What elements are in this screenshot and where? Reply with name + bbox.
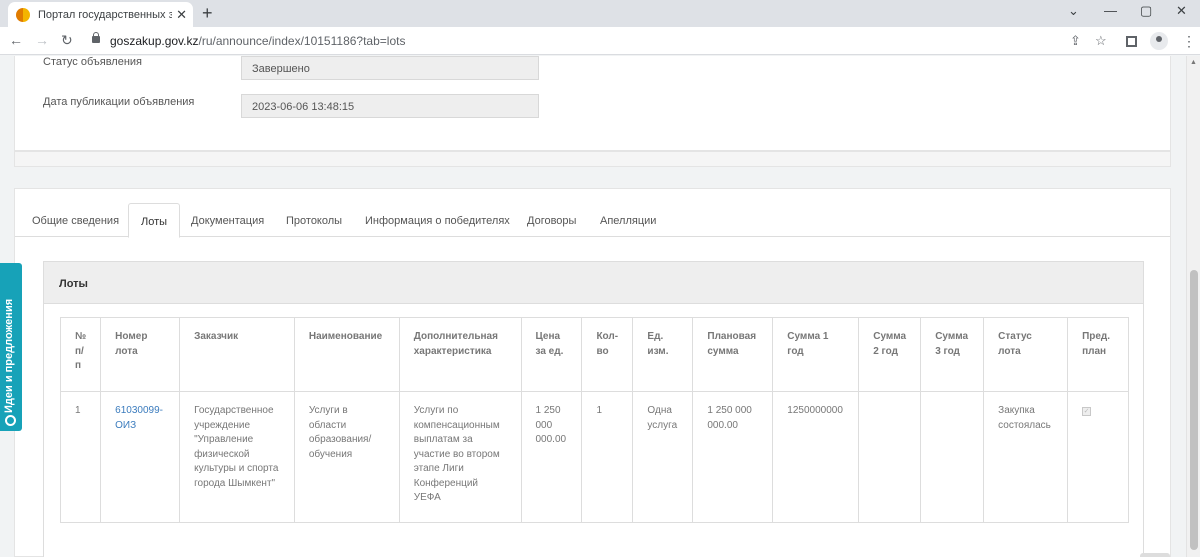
column-header[interactable]: № п/п bbox=[59, 317, 102, 392]
bottom-scroll-corner bbox=[1140, 553, 1170, 557]
tab-protocols[interactable]: Протоколы bbox=[286, 215, 342, 227]
column-header[interactable]: Плановая сумма bbox=[692, 317, 774, 392]
tab-close-icon[interactable]: ✕ bbox=[176, 7, 187, 23]
sum-year1-cell: 1250000000 bbox=[772, 391, 860, 523]
lot-number-link[interactable]: 61030099-ОИЗ bbox=[100, 391, 181, 523]
tab-winners-info[interactable]: Информация о победителях bbox=[365, 215, 510, 227]
announcement-details-panel: Общие сведения Лоты Документация Протоко… bbox=[14, 188, 1171, 557]
publication-date-field: 2023-06-06 13:48:15 bbox=[241, 94, 539, 118]
table-row: 1 61030099-ОИЗ Государственное учреждени… bbox=[59, 391, 1129, 523]
tab-contracts[interactable]: Договоры bbox=[527, 215, 576, 227]
address-bar[interactable]: goszakup.gov.kz/ru/announce/index/101511… bbox=[110, 34, 405, 48]
scroll-up-arrow-icon[interactable]: ▲ bbox=[1190, 59, 1197, 66]
browser-tab-title: Портал государственных закупок bbox=[38, 8, 173, 21]
column-header[interactable]: Сумма 1 год bbox=[772, 317, 860, 392]
column-header[interactable]: Номер лота bbox=[100, 317, 181, 392]
forward-icon[interactable]: → bbox=[35, 32, 49, 48]
scrollbar-thumb[interactable] bbox=[1190, 270, 1198, 550]
side-panel-icon[interactable] bbox=[1126, 36, 1137, 47]
bookmark-star-icon[interactable]: ☆ bbox=[1095, 33, 1107, 49]
publication-date-label: Дата публикации объявления bbox=[43, 96, 195, 108]
tab-general-info[interactable]: Общие сведения bbox=[32, 215, 119, 227]
planned-sum-cell: 1 250 000 000.00 bbox=[692, 391, 774, 523]
column-header[interactable]: Цена за ед. bbox=[520, 317, 583, 392]
lots-table: № п/п Номер лота Заказчик Наименование Д… bbox=[59, 317, 1129, 523]
unit-cell: Одна услуга bbox=[632, 391, 694, 523]
close-window-button[interactable]: ✕ bbox=[1176, 3, 1187, 19]
reload-icon[interactable]: ↻ bbox=[61, 32, 73, 49]
customer-cell: Государственное учреждение "Управление ф… bbox=[179, 391, 295, 523]
preplan-cell: ✓ bbox=[1067, 391, 1129, 523]
name-cell: Услуги в области образования/ обучения bbox=[293, 391, 400, 523]
profile-avatar-icon[interactable] bbox=[1150, 32, 1168, 50]
lots-panel-title: Лоты bbox=[44, 262, 1143, 304]
sum-year2-cell bbox=[858, 391, 922, 523]
sum-year3-cell bbox=[920, 391, 985, 523]
site-favicon-icon bbox=[16, 7, 30, 22]
page-content: Статус объявления Завершено Дата публика… bbox=[0, 56, 1186, 557]
column-header[interactable]: Дополнительная характеристика bbox=[398, 317, 522, 392]
announcement-tabs: Общие сведения Лоты Документация Протоко… bbox=[15, 203, 1170, 238]
lock-icon[interactable] bbox=[92, 32, 100, 43]
tab-documentation[interactable]: Документация bbox=[191, 215, 264, 227]
preplan-checkbox[interactable]: ✓ bbox=[1082, 407, 1092, 416]
page-scrollbar[interactable]: ▲ bbox=[1186, 56, 1200, 557]
maximize-button[interactable]: ▢ bbox=[1140, 3, 1152, 19]
column-header[interactable]: Пред. план bbox=[1067, 317, 1129, 392]
url-host: goszakup.gov.kz bbox=[110, 34, 199, 48]
status-field: Завершено bbox=[241, 56, 539, 80]
column-header[interactable]: Сумма 3 год bbox=[920, 317, 985, 392]
browser-tab-strip: Портал государственных закупок ✕ + ⌄ — ▢… bbox=[0, 0, 1200, 27]
extra-characteristic-cell: Услуги по компенсационным выплатам за уч… bbox=[398, 391, 522, 523]
tab-appeals[interactable]: Апелляции bbox=[600, 215, 656, 227]
lightbulb-icon bbox=[5, 415, 16, 426]
table-header-row: № п/п Номер лота Заказчик Наименование Д… bbox=[59, 317, 1129, 392]
minimize-button[interactable]: — bbox=[1104, 3, 1117, 18]
column-header[interactable]: Заказчик bbox=[179, 317, 295, 392]
status-label: Статус объявления bbox=[43, 56, 143, 68]
column-header[interactable]: Ед. изм. bbox=[632, 317, 694, 392]
tab-search-icon[interactable]: ⌄ bbox=[1068, 3, 1079, 19]
browser-menu-icon[interactable]: ⋮ bbox=[1182, 33, 1196, 50]
column-header[interactable]: Статус лота bbox=[983, 317, 1069, 392]
panel-footer bbox=[14, 151, 1171, 167]
column-header[interactable]: Сумма 2 год bbox=[858, 317, 922, 392]
ideas-feedback-label: Идеи и предложения bbox=[3, 298, 15, 413]
browser-tab[interactable]: Портал государственных закупок ✕ bbox=[8, 2, 193, 27]
quantity-cell: 1 bbox=[581, 391, 634, 523]
tab-lots[interactable]: Лоты bbox=[128, 203, 181, 238]
column-header[interactable]: Наименование bbox=[293, 317, 400, 392]
ideas-feedback-tab[interactable]: Идеи и предложения bbox=[0, 263, 22, 431]
lots-panel: Лоты № п/п Номер лота Заказчик Наименова… bbox=[43, 261, 1144, 557]
url-path: /ru/announce/index/10151186?tab=lots bbox=[198, 34, 406, 48]
back-icon[interactable]: ← bbox=[9, 32, 23, 48]
browser-toolbar: ← → ↻ goszakup.gov.kz/ru/announce/index/… bbox=[0, 27, 1200, 55]
column-header[interactable]: Кол-во bbox=[581, 317, 634, 392]
unit-price-cell: 1 250 000 000.00 bbox=[520, 391, 583, 523]
row-number-cell: 1 bbox=[59, 391, 102, 523]
share-icon[interactable]: ⇪ bbox=[1070, 33, 1081, 49]
lot-status-cell: Закупка состоялась bbox=[983, 391, 1069, 523]
new-tab-button[interactable]: + bbox=[202, 3, 213, 24]
announcement-info-panel: Статус объявления Завершено Дата публика… bbox=[14, 56, 1171, 151]
